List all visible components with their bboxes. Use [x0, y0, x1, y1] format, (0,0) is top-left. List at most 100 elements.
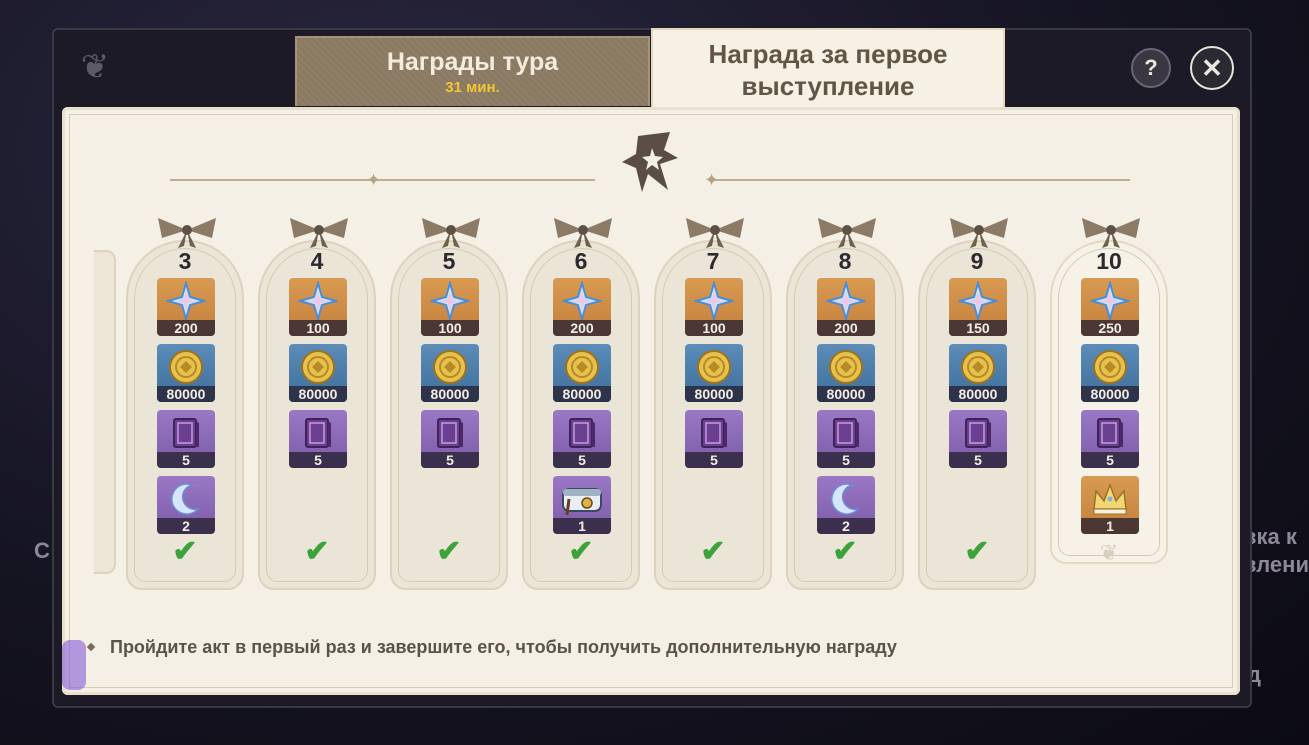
reward-item[interactable]: 5 [289, 410, 347, 468]
theater-mask-emblem-icon [622, 132, 678, 192]
reward-quantity: 100 [685, 320, 743, 336]
mora-coin-icon [685, 344, 743, 390]
reward-item[interactable]: 5 [421, 410, 479, 468]
reward-item[interactable]: 5 [157, 410, 215, 468]
tab-round-rewards-label: Награды тура [386, 48, 559, 76]
column-number: 9 [970, 248, 984, 274]
reward-quantity: 80000 [1081, 386, 1139, 402]
tab-first-performance-label: Награда за первое выступление [653, 38, 1003, 102]
reward-item[interactable]: 1 [553, 476, 611, 534]
reward-column-3: 3 200 80000 5 2 ✔ [126, 218, 244, 590]
column-number: 7 [706, 248, 720, 274]
reward-quantity: 2 [817, 518, 875, 534]
mora-coin-icon [949, 344, 1007, 390]
reward-item[interactable]: 80000 [1081, 344, 1139, 402]
reward-item[interactable]: 200 [553, 278, 611, 336]
reward-item[interactable]: 1 [1081, 476, 1139, 534]
purple-book-icon [949, 410, 1007, 456]
reward-quantity: 2 [157, 518, 215, 534]
ribbon-bow-icon [158, 218, 216, 248]
column-number: 10 [1096, 248, 1122, 274]
column-number: 3 [178, 248, 192, 274]
help-button[interactable]: ? [1131, 48, 1171, 88]
backdrop-text-left: С [34, 538, 50, 563]
reward-quantity: 100 [421, 320, 479, 336]
column-number: 5 [442, 248, 456, 274]
mora-coin-icon [421, 344, 479, 390]
ribbon-bow-icon [818, 218, 876, 248]
footer-hint: Пройдите акт в первый раз и завершите ег… [110, 637, 897, 657]
divider-flourish-left: ✦ [366, 170, 382, 190]
tab-first-line2: выступление [741, 71, 915, 101]
tab-first-line1: Награда за первое [708, 39, 948, 69]
reward-column-10: 10 250 80000 5 1 ❦ [1050, 218, 1168, 565]
divider-flourish-right: ✦ [704, 170, 720, 190]
reward-quantity: 1 [553, 518, 611, 534]
reward-item[interactable]: 200 [157, 278, 215, 336]
reward-item[interactable]: 80000 [157, 344, 215, 402]
reward-item[interactable]: 100 [421, 278, 479, 336]
tab-first-performance[interactable]: Награда за первое выступление [651, 28, 1005, 108]
ribbon-bow-icon [422, 218, 480, 248]
backdrop-text-right-2: влени [1243, 552, 1309, 577]
tab-round-rewards[interactable]: Награды тура 31 мин. [295, 36, 650, 106]
claimed-check-icon: ✔ [700, 535, 726, 568]
claimed-check-icon: ✔ [172, 535, 198, 568]
reward-item[interactable]: 5 [817, 410, 875, 468]
reward-quantity: 80000 [157, 386, 215, 402]
reward-quantity: 80000 [421, 386, 479, 402]
reward-item[interactable]: 200 [817, 278, 875, 336]
reward-quantity: 80000 [553, 386, 611, 402]
reward-item[interactable]: 100 [289, 278, 347, 336]
reward-item[interactable]: 5 [685, 410, 743, 468]
reward-quantity: 5 [553, 452, 611, 468]
close-icon: ✕ [1201, 53, 1223, 83]
gadget-box-icon [553, 476, 611, 522]
reward-item[interactable]: 80000 [685, 344, 743, 402]
reward-item[interactable]: 5 [949, 410, 1007, 468]
reward-column-6: 6 200 80000 5 1 ✔ [522, 218, 640, 590]
claimed-check-icon: ✔ [436, 535, 462, 568]
unclaimed-butterfly-icon: ❦ [1099, 540, 1119, 565]
reward-quantity: 5 [1081, 452, 1139, 468]
reward-quantity: 200 [817, 320, 875, 336]
mora-coin-icon [289, 344, 347, 390]
mora-coin-icon [157, 344, 215, 390]
reward-item[interactable]: 5 [1081, 410, 1139, 468]
reward-item[interactable]: 2 [817, 476, 875, 534]
reward-item[interactable]: 80000 [817, 344, 875, 402]
mora-coin-icon [553, 344, 611, 390]
reward-quantity: 5 [421, 452, 479, 468]
claimed-check-icon: ✔ [964, 535, 990, 568]
reward-item[interactable]: 80000 [421, 344, 479, 402]
divider-left [170, 179, 595, 181]
ribbon-bow-icon [950, 218, 1008, 248]
primogem-icon [289, 278, 347, 324]
reward-quantity: 5 [685, 452, 743, 468]
reward-item[interactable]: 2 [157, 476, 215, 534]
ribbon-bow-icon [1082, 218, 1140, 248]
mora-coin-icon [1081, 344, 1139, 390]
reward-item[interactable]: 250 [1081, 278, 1139, 336]
primogem-icon [421, 278, 479, 324]
reward-item[interactable]: 100 [685, 278, 743, 336]
close-button[interactable]: ✕ [1190, 46, 1234, 90]
claimed-check-icon: ✔ [568, 535, 594, 568]
reward-quantity: 80000 [949, 386, 1007, 402]
primogem-icon [1081, 278, 1139, 324]
ribbon-bow-icon [686, 218, 744, 248]
mora-coin-icon [817, 344, 875, 390]
butterfly-emblem-icon: ❦ [80, 48, 110, 86]
purple-book-icon [157, 410, 215, 456]
reward-item[interactable]: 80000 [553, 344, 611, 402]
reward-item[interactable]: 80000 [949, 344, 1007, 402]
reward-item[interactable]: 5 [553, 410, 611, 468]
reward-quantity: 150 [949, 320, 1007, 336]
reward-item[interactable]: 150 [949, 278, 1007, 336]
purple-book-icon [289, 410, 347, 456]
round-timer: 31 мин. [445, 79, 500, 96]
reward-column-4: 4 100 80000 5 ✔ [258, 218, 376, 590]
reward-item[interactable]: 80000 [289, 344, 347, 402]
reward-quantity: 5 [157, 452, 215, 468]
primogem-icon [157, 278, 215, 324]
